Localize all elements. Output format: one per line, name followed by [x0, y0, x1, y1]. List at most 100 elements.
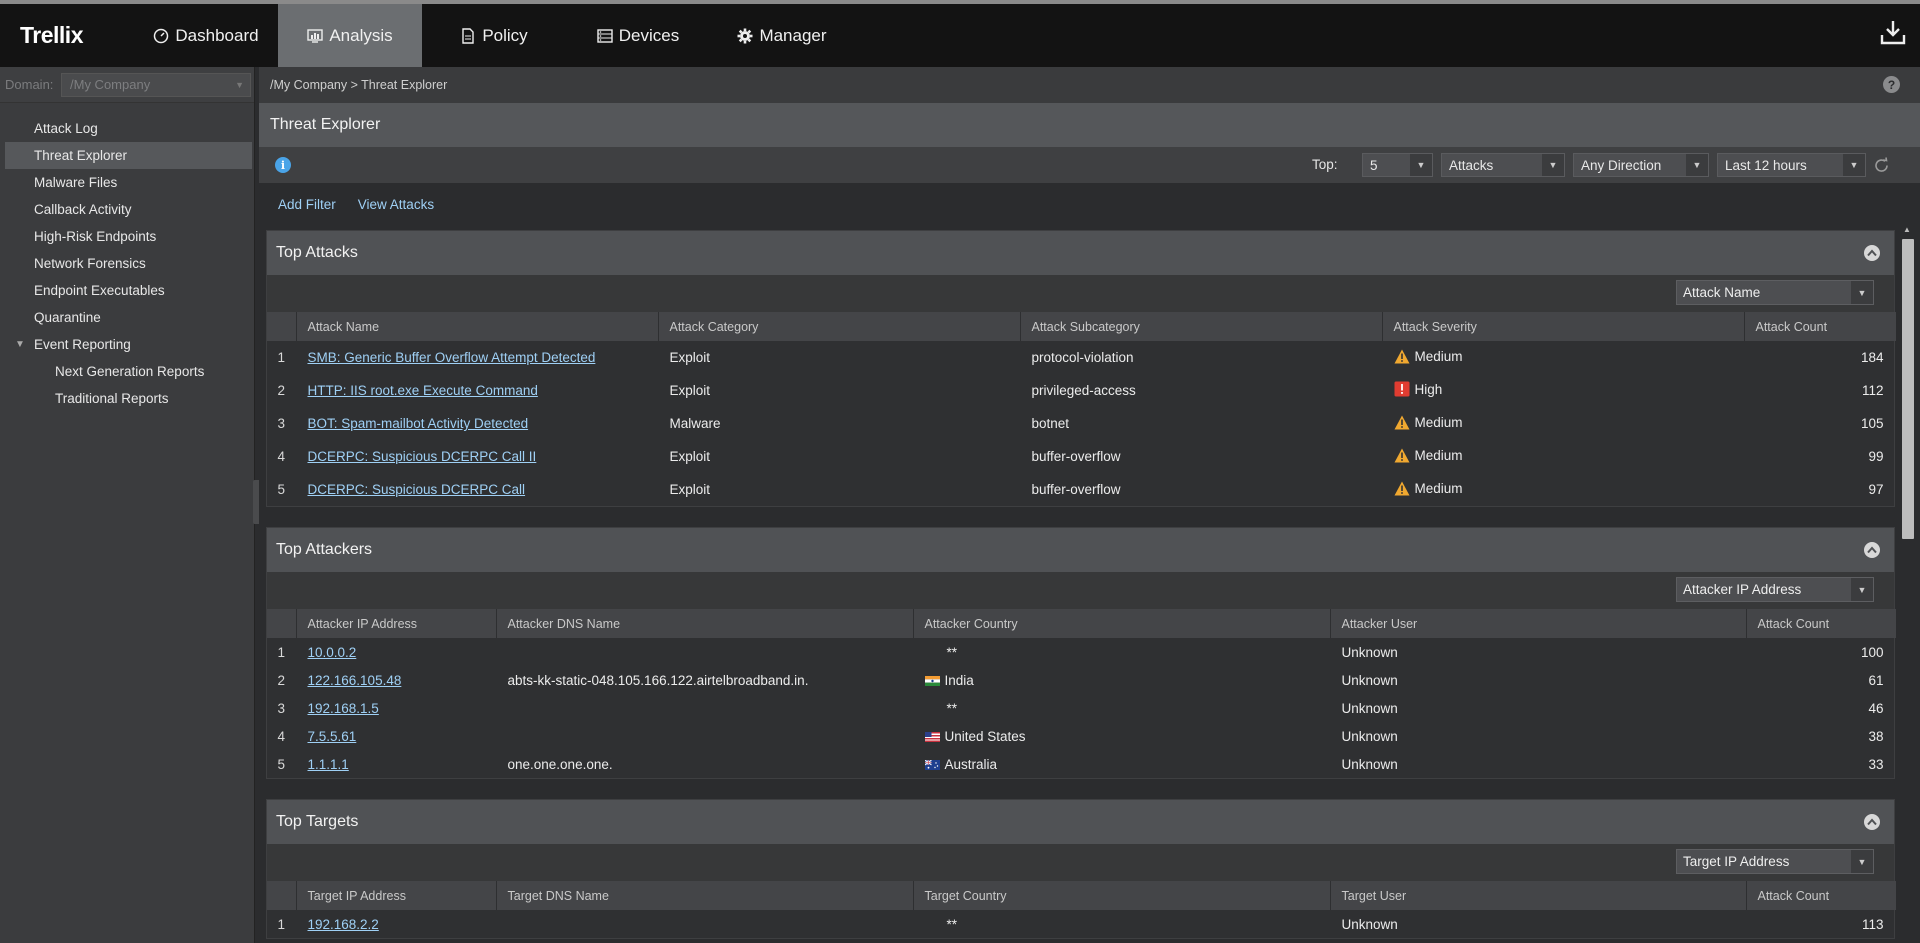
- sidebar-menu: Attack Log Threat Explorer Malware Files…: [0, 115, 254, 412]
- column-header[interactable]: Attack Count: [1744, 312, 1896, 341]
- info-icon[interactable]: i: [275, 157, 291, 173]
- groupby-row: Attacker IP Address ▼: [267, 572, 1894, 609]
- vertical-scrollbar[interactable]: ▲: [1900, 225, 1914, 935]
- attacker-ip-link[interactable]: 122.166.105.48: [308, 673, 402, 688]
- column-header[interactable]: Attack Count: [1746, 609, 1896, 638]
- column-header[interactable]: Attacker Country: [913, 609, 1331, 638]
- attack-name-link[interactable]: BOT: Spam-mailbot Activity Detected: [308, 416, 529, 431]
- column-header[interactable]: Attacker DNS Name: [496, 609, 914, 638]
- row-index: 1: [277, 644, 285, 660]
- table-row: 5 1.1.1.1 one.one.one.one. Australia Unk…: [267, 750, 1896, 778]
- table-row: 5 DCERPC: Suspicious DCERPC Call Exploit…: [267, 473, 1896, 506]
- attack-name-link[interactable]: HTTP: IIS root.exe Execute Command: [308, 383, 538, 398]
- nav-policy-label: Policy: [482, 25, 528, 45]
- caret-down-icon[interactable]: ▼: [15, 339, 25, 350]
- download-icon[interactable]: [1878, 18, 1908, 48]
- column-header[interactable]: Attack Count: [1746, 881, 1896, 910]
- gear-icon: [737, 28, 753, 43]
- sidebar-item-attack-log[interactable]: Attack Log: [0, 115, 254, 142]
- column-header[interactable]: Target DNS Name: [496, 881, 914, 910]
- attack-severity: High: [1382, 374, 1744, 407]
- nav-devices[interactable]: Devices: [566, 4, 710, 67]
- direction-select[interactable]: Any Direction ▼: [1573, 153, 1709, 177]
- top-targets-table: Target IP Address Target DNS Name Target…: [267, 881, 1897, 938]
- nav-manager-label: Manager: [759, 25, 827, 45]
- chevron-down-icon: ▼: [1843, 154, 1865, 176]
- top-attackers-table: Attacker IP Address Attacker DNS Name At…: [267, 609, 1897, 778]
- sidebar-item-next-generation-reports[interactable]: Next Generation Reports: [0, 358, 254, 385]
- sidebar-item-event-reporting[interactable]: ▼ Event Reporting: [0, 331, 254, 358]
- sidebar-item-network-forensics[interactable]: Network Forensics: [0, 250, 254, 277]
- breadcrumb-text: /My Company > Threat Explorer: [270, 78, 448, 92]
- domain-select[interactable]: /My Company ▼: [61, 72, 251, 97]
- collapse-up-icon[interactable]: [1864, 542, 1880, 558]
- column-header[interactable]: Attack Severity: [1382, 312, 1745, 341]
- collapse-up-icon[interactable]: [1864, 245, 1880, 261]
- top-attackers-panel: Top Attackers Attacker IP Address ▼ Atta…: [266, 527, 1897, 779]
- attack-subcategory: privileged-access: [1031, 383, 1136, 398]
- top-count-select[interactable]: 5 ▼: [1362, 153, 1433, 177]
- attacker-ip-link[interactable]: 10.0.0.2: [308, 645, 357, 660]
- severity-label: Medium: [1414, 480, 1463, 496]
- panel-header: Top Attacks: [267, 231, 1894, 275]
- nav-dashboard-label: Dashboard: [175, 25, 259, 45]
- sidebar-item-traditional-reports[interactable]: Traditional Reports: [0, 385, 254, 412]
- attacker-ip-link[interactable]: 192.168.1.5: [308, 701, 379, 716]
- attack-count: 99: [1868, 449, 1884, 464]
- help-icon[interactable]: ?: [1883, 76, 1900, 93]
- main-area: /My Company > Threat Explorer ? Threat E…: [259, 67, 1920, 943]
- warning-icon: [1394, 415, 1409, 429]
- attacker-user: Unknown: [1341, 756, 1398, 772]
- metric-value: Attacks: [1449, 157, 1494, 173]
- nav-analysis[interactable]: Analysis: [278, 4, 422, 67]
- sidebar-item-label: Endpoint Executables: [34, 283, 165, 298]
- trellix-logo[interactable]: Trellix: [0, 4, 130, 67]
- sidebar-item-quarantine[interactable]: Quarantine: [0, 304, 254, 331]
- column-header[interactable]: Target IP Address: [296, 881, 497, 910]
- attack-category: Exploit: [669, 449, 711, 464]
- view-attacks-link[interactable]: View Attacks: [358, 197, 434, 212]
- column-header[interactable]: Attacker IP Address: [296, 609, 497, 638]
- refresh-icon[interactable]: [1873, 157, 1890, 174]
- nav-policy[interactable]: Policy: [422, 4, 566, 67]
- table-row: 4 DCERPC: Suspicious DCERPC Call II Expl…: [267, 440, 1896, 473]
- sidebar-item-callback-activity[interactable]: Callback Activity: [0, 196, 254, 223]
- attack-name-link[interactable]: DCERPC: Suspicious DCERPC Call II: [308, 449, 537, 464]
- sidebar-item-endpoint-executables[interactable]: Endpoint Executables: [0, 277, 254, 304]
- column-header[interactable]: Target User: [1330, 881, 1747, 910]
- attack-name-link[interactable]: DCERPC: Suspicious DCERPC Call: [308, 482, 526, 497]
- sidebar-item-threat-explorer[interactable]: Threat Explorer: [5, 142, 252, 169]
- column-header[interactable]: Target Country: [913, 881, 1331, 910]
- nav-dashboard[interactable]: Dashboard: [134, 4, 278, 67]
- chevron-down-icon: ▼: [1410, 154, 1432, 176]
- column-header[interactable]: Attacker User: [1330, 609, 1747, 638]
- column-header[interactable]: Attack Subcategory: [1020, 312, 1383, 341]
- panels-scroll-area[interactable]: Top Attacks Attack Name ▼ Attack Name At…: [259, 225, 1897, 943]
- sidebar: Domain: /My Company ▼ Attack Log Threat …: [0, 67, 255, 943]
- column-header[interactable]: Attack Category: [658, 312, 1021, 341]
- scroll-up-icon[interactable]: ▲: [1903, 225, 1911, 234]
- attacker-groupby-select[interactable]: Attacker IP Address ▼: [1676, 577, 1874, 602]
- attacker-ip-link[interactable]: 7.5.5.61: [308, 729, 357, 744]
- row-index: 4: [277, 449, 285, 464]
- severity-label: Medium: [1414, 348, 1463, 364]
- time-range-select[interactable]: Last 12 hours ▼: [1717, 153, 1866, 177]
- sidebar-item-label: Event Reporting: [34, 337, 131, 352]
- nav-manager[interactable]: Manager: [710, 4, 854, 67]
- attack-groupby-select[interactable]: Attack Name ▼: [1676, 280, 1874, 305]
- column-header[interactable]: Attack Name: [296, 312, 659, 341]
- table-row: 2 HTTP: IIS root.exe Execute Command Exp…: [267, 374, 1896, 407]
- sidebar-item-malware-files[interactable]: Malware Files: [0, 169, 254, 196]
- target-ip-link[interactable]: 192.168.2.2: [308, 917, 379, 932]
- sidebar-item-high-risk-endpoints[interactable]: High-Risk Endpoints: [0, 223, 254, 250]
- attacker-ip-link[interactable]: 1.1.1.1: [308, 757, 349, 772]
- attacker-country: India: [913, 666, 1330, 694]
- scrollbar-thumb[interactable]: [1902, 239, 1914, 539]
- target-groupby-select[interactable]: Target IP Address ▼: [1676, 849, 1874, 874]
- add-filter-link[interactable]: Add Filter: [278, 197, 336, 212]
- collapse-up-icon[interactable]: [1864, 814, 1880, 830]
- gauge-icon: [154, 28, 169, 43]
- attack-name-link[interactable]: SMB: Generic Buffer Overflow Attempt Det…: [308, 350, 596, 365]
- sidebar-item-label: Threat Explorer: [34, 148, 128, 163]
- metric-select[interactable]: Attacks ▼: [1441, 153, 1565, 177]
